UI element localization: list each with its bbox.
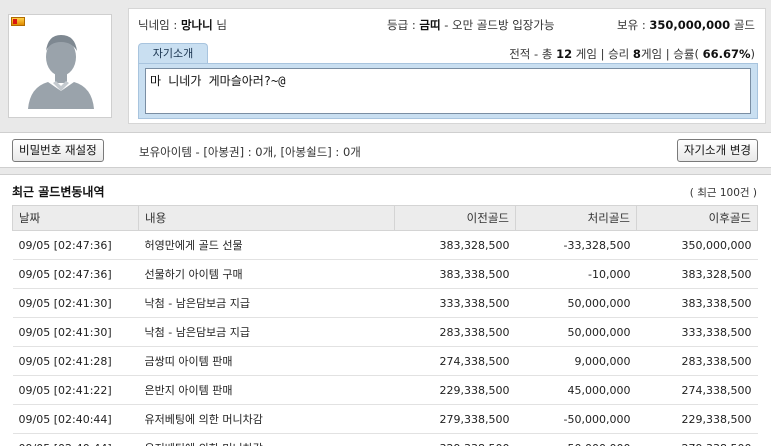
record-wins-unit: 게임 | 승률( [640,47,699,61]
cell-change-gold: 45,000,000 [515,375,637,405]
cell-change-gold: 9,000,000 [515,346,637,376]
cell-date: 09/05 [02:41:30] [12,288,139,318]
grade-label: 등급 : [387,18,416,32]
cell-before-gold: 329,338,500 [394,433,516,446]
owned-items-text: 보유아이템 - [아봉권] : 0개, [아봉쉴드] : 0개 [139,145,361,159]
cell-before-gold: 333,338,500 [394,288,516,318]
cell-date: 09/05 [02:41:30] [12,317,139,347]
nickname-label: 닉네임 : [138,18,178,32]
cell-before-gold: 279,338,500 [394,404,516,434]
default-avatar-icon [28,35,94,109]
profile-info-box: 닉네임 : 망나니 님 등급 : 금띠 - 오만 골드방 입장가능 보유 : 3… [128,8,766,124]
change-intro-button[interactable]: 자기소개 변경 [676,139,758,162]
game-record: 전적 - 총 12 게임 | 승리 8게임 | 승률( 66.67%) [509,46,755,62]
grade-value: 금띠 [419,18,441,32]
record-rate: 66.67% [702,47,751,61]
cell-after-gold: 350,000,000 [636,230,758,260]
cell-change-gold: -10,000 [515,259,637,289]
table-row: 09/05 [02:47:36] 선물하기 아이템 구매 383,338,500… [12,259,758,289]
cell-date: 09/05 [02:41:28] [12,346,139,376]
gold-history-table: 날짜 내용 이전골드 처리골드 이후골드 09/05 [02:47:36] 허영… [12,205,758,446]
nickname-value: 망나니 [180,18,213,32]
table-row: 09/05 [02:41:30] 낙첨 - 남은담보금 지급 283,338,5… [12,317,758,347]
cell-change-gold: -50,000,000 [515,404,637,434]
avatar [8,14,112,118]
intro-panel: 마 니네가 게마슬아러?~@ [138,63,758,119]
table-row: 09/05 [02:41:22] 은반지 아이템 판매 229,338,500 … [12,375,758,405]
table-row: 09/05 [02:41:30] 낙첨 - 남은담보금 지급 333,338,5… [12,288,758,318]
rank-badge-icon [11,17,25,26]
cell-after-gold: 283,338,500 [636,346,758,376]
cell-date: 09/05 [02:40:44] [12,404,139,434]
gold-line: 보유 : 350,000,000 골드 [617,17,755,33]
table-header-row: 날짜 내용 이전골드 처리골드 이후골드 [12,205,758,231]
cell-before-gold: 383,328,500 [394,230,516,260]
cell-before-gold: 383,338,500 [394,259,516,289]
cell-description: 은반지 아이템 판매 [138,375,395,405]
cell-after-gold: 229,338,500 [636,404,758,434]
cell-date: 09/05 [02:47:36] [12,230,139,260]
record-close: ) [750,47,756,61]
column-header-description: 내용 [138,205,395,231]
column-header-after-gold: 이후골드 [636,205,758,231]
record-wins: 8 [632,47,641,61]
cell-description: 낙첨 - 남은담보금 지급 [138,288,395,318]
tab-intro[interactable]: 자기소개 [138,43,208,63]
cell-after-gold: 383,328,500 [636,259,758,289]
record-label: 전적 - 총 [509,47,553,61]
profile-panel: 닉네임 : 망나니 님 등급 : 금띠 - 오만 골드방 입장가능 보유 : 3… [0,0,771,130]
cell-description: 유저베팅에 의한 머니차감 [138,404,395,434]
cell-after-gold: 383,338,500 [636,288,758,318]
cell-after-gold: 333,338,500 [636,317,758,347]
cell-date: 09/05 [02:41:22] [12,375,139,405]
cell-description: 허영만에게 골드 선물 [138,230,395,260]
cell-before-gold: 274,338,500 [394,346,516,376]
table-row: 09/05 [02:47:36] 허영만에게 골드 선물 383,328,500… [12,230,758,260]
table-row: 09/05 [02:40:44] 유저베팅에 의한 머니차감 329,338,5… [12,433,758,446]
cell-date: 09/05 [02:40:44] [12,433,139,446]
record-total: 12 [556,47,573,61]
nickname-line: 닉네임 : 망나니 님 [138,17,227,33]
cell-change-gold: -50,000,000 [515,433,637,446]
gold-unit: 골드 [733,18,755,32]
cell-change-gold: -33,328,500 [515,230,637,260]
cell-change-gold: 50,000,000 [515,317,637,347]
cell-before-gold: 229,338,500 [394,375,516,405]
nickname-suffix: 님 [216,18,227,32]
cell-after-gold: 279,338,500 [636,433,758,446]
grade-note: - 오만 골드방 입장가능 [444,18,555,32]
history-count: ( 최근 100건 ) [689,187,757,199]
table-row: 09/05 [02:40:44] 유저베팅에 의한 머니차감 279,338,5… [12,404,758,434]
cell-date: 09/05 [02:47:36] [12,259,139,289]
cell-description: 유저베팅에 의한 머니차감 [138,433,395,446]
column-header-change-gold: 처리골드 [515,205,637,231]
grade-line: 등급 : 금띠 - 오만 골드방 입장가능 [387,17,555,33]
gold-value: 350,000,000 [649,18,731,32]
gold-history-section: 최근 골드변동내역 ( 최근 100건 ) 날짜 내용 이전골드 처리골드 이후… [0,174,771,446]
intro-textarea[interactable]: 마 니네가 게마슬아러?~@ [145,68,751,114]
history-title: 최근 골드변동내역 [12,185,105,199]
column-header-before-gold: 이전골드 [394,205,516,231]
cell-change-gold: 50,000,000 [515,288,637,318]
record-total-unit: 게임 | 승리 [575,47,630,61]
cell-description: 낙첨 - 남은담보금 지급 [138,317,395,347]
cell-after-gold: 274,338,500 [636,375,758,405]
gold-label: 보유 : [617,18,646,32]
table-row: 09/05 [02:41:28] 금쌍띠 아이템 판매 274,338,500 … [12,346,758,376]
items-bar: 비밀번호 재설정 보유아이템 - [아봉권] : 0개, [아봉쉴드] : 0개… [0,132,771,168]
reset-password-button[interactable]: 비밀번호 재설정 [12,139,104,162]
cell-description: 선물하기 아이템 구매 [138,259,395,289]
cell-description: 금쌍띠 아이템 판매 [138,346,395,376]
cell-before-gold: 283,338,500 [394,317,516,347]
column-header-date: 날짜 [12,205,139,231]
